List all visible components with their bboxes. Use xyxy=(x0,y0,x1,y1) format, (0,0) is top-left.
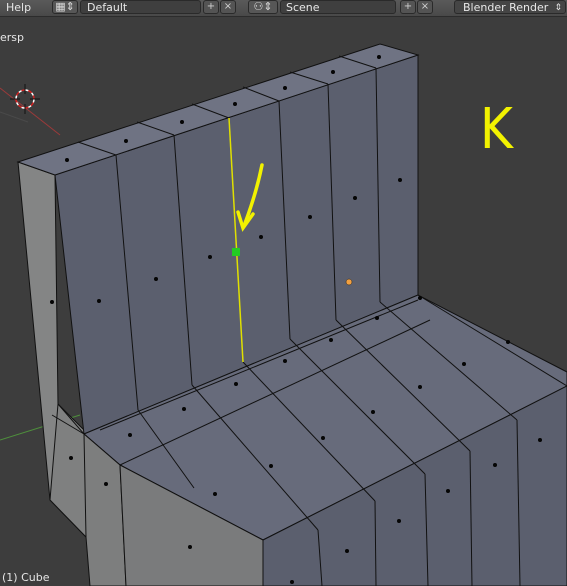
blender-window: Help ▦⇕ Default + × ⚇⇕ Scene + × Blender… xyxy=(0,0,567,586)
screen-layout-icon: ▦⇕ xyxy=(55,0,75,13)
info-header: Help ▦⇕ Default + × ⚇⇕ Scene + × Blender… xyxy=(0,0,567,17)
object-info: (1) Cube xyxy=(2,571,50,584)
annotation-letter: K xyxy=(479,97,513,162)
delete-scene-button[interactable]: × xyxy=(417,0,433,14)
render-engine-dropdown[interactable]: Blender Render ⇕ xyxy=(454,0,566,14)
add-scene-button[interactable]: + xyxy=(400,0,416,14)
3d-cursor-icon[interactable] xyxy=(10,84,40,114)
screen-layout-field[interactable]: Default xyxy=(80,0,201,14)
x-axis-line xyxy=(0,87,61,136)
screen-layout-name: Default xyxy=(87,1,128,14)
close-icon: × xyxy=(420,1,430,12)
plus-icon: + xyxy=(403,1,413,12)
render-engine-value: Blender Render xyxy=(463,1,549,14)
screen-layout-selector[interactable]: ▦⇕ xyxy=(52,0,78,14)
chevron-updown-icon: ⇕ xyxy=(554,3,562,13)
3d-viewport[interactable]: K ersp (1) Cube xyxy=(0,17,567,586)
view-label: ersp xyxy=(0,31,25,44)
scene-icon: ⚇⇕ xyxy=(253,0,273,13)
object-origin xyxy=(345,278,353,286)
scene-selector[interactable]: ⚇⇕ xyxy=(248,0,278,14)
plus-icon: + xyxy=(206,1,216,12)
scene-name: Scene xyxy=(286,1,320,14)
selected-vertex[interactable] xyxy=(232,248,240,256)
close-icon: × xyxy=(223,1,233,12)
delete-screen-button[interactable]: × xyxy=(220,0,236,14)
add-screen-button[interactable]: + xyxy=(203,0,219,14)
scene-field[interactable]: Scene xyxy=(280,0,396,14)
menu-help[interactable]: Help xyxy=(6,1,31,14)
